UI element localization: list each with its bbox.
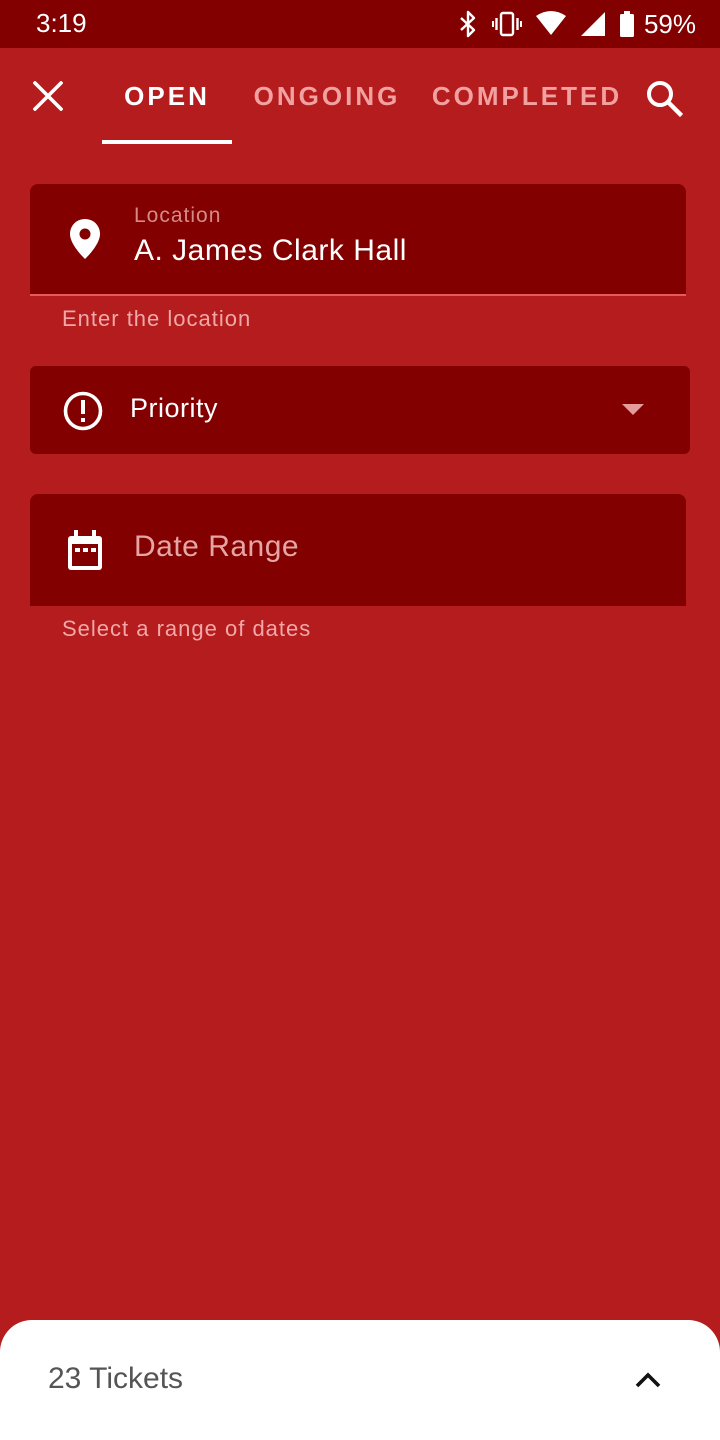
- dropdown-arrow-icon: [622, 404, 644, 415]
- chevron-up-icon[interactable]: [632, 1370, 664, 1395]
- date-range-helper-text: Select a range of dates: [62, 616, 312, 641]
- status-bar: 3:19 59%: [0, 0, 720, 48]
- status-icons: 59%: [458, 8, 696, 40]
- search-icon: [645, 79, 684, 122]
- calendar-icon: [66, 530, 104, 577]
- location-label: Location: [134, 204, 222, 227]
- close-icon: [32, 79, 64, 116]
- location-helper-text: Enter the location: [62, 306, 252, 331]
- search-button[interactable]: [640, 76, 688, 124]
- tab-ongoing[interactable]: ONGOING: [246, 48, 408, 144]
- close-button[interactable]: [24, 74, 72, 122]
- tab-open[interactable]: OPEN: [102, 48, 232, 144]
- cell-signal-icon: [580, 11, 606, 37]
- tab-open-label: OPEN: [124, 80, 210, 111]
- priority-dropdown[interactable]: Priority: [30, 366, 690, 454]
- location-pin-icon: [68, 218, 102, 265]
- location-input[interactable]: A. James Clark Hall: [134, 234, 407, 268]
- priority-alert-icon: [62, 390, 104, 437]
- status-time: 3:19: [36, 8, 87, 38]
- tickets-bottom-sheet[interactable]: 23 Tickets: [0, 1320, 720, 1440]
- tab-completed-label: COMPLETED: [431, 80, 623, 111]
- battery-icon: [619, 11, 634, 37]
- bluetooth-icon: [458, 10, 478, 38]
- date-range-placeholder: Date Range: [134, 530, 300, 563]
- wifi-icon: [535, 11, 566, 37]
- tab-indicator: [102, 140, 232, 144]
- tab-ongoing-label: ONGOING: [253, 80, 401, 111]
- tab-completed[interactable]: COMPLETED: [426, 48, 628, 144]
- vibrate-icon: [491, 10, 522, 38]
- app-bar: OPEN ONGOING COMPLETED: [0, 48, 720, 144]
- location-field[interactable]: Location A. James Clark Hall: [30, 184, 686, 296]
- ticket-count: 23 Tickets: [48, 1362, 184, 1395]
- priority-label: Priority: [130, 393, 219, 423]
- date-range-field[interactable]: Date Range: [30, 494, 686, 606]
- battery-percent: 59%: [643, 8, 696, 39]
